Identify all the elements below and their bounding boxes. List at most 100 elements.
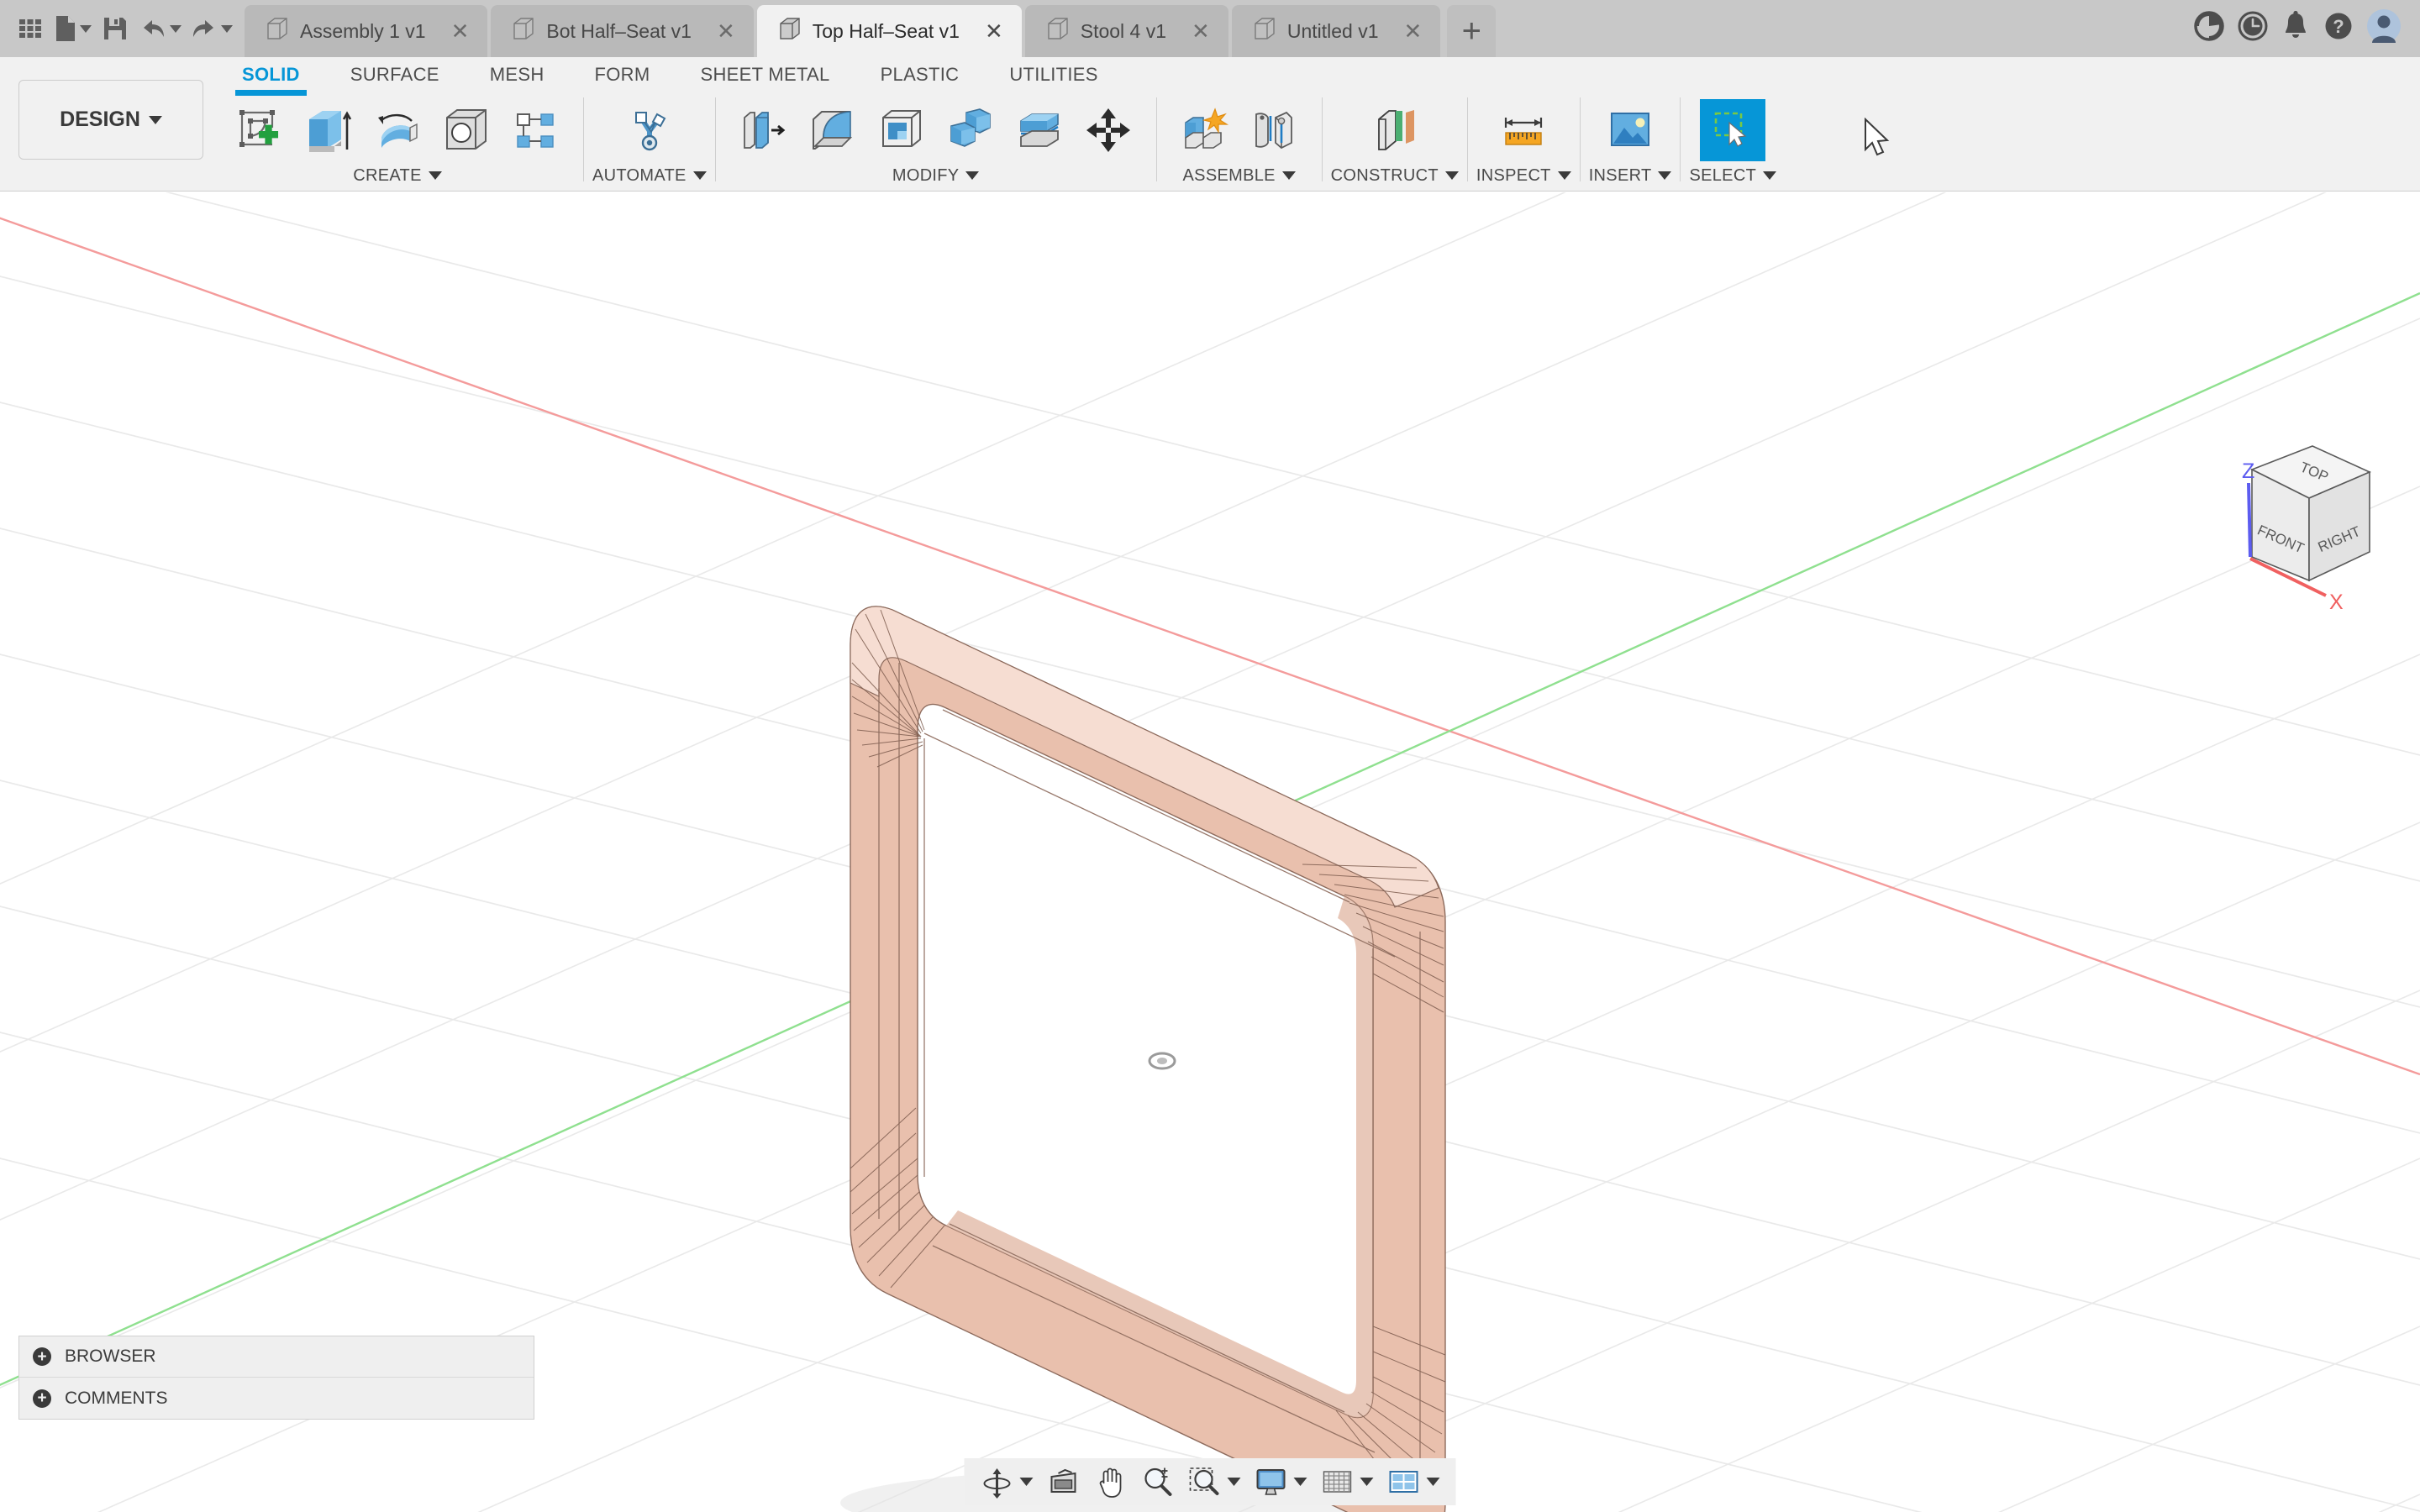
joint-icon[interactable] [1241,99,1307,161]
viewports-icon[interactable] [1381,1458,1446,1505]
display-settings-icon[interactable] [1249,1458,1313,1505]
grid-snaps-icon[interactable] [1315,1458,1380,1505]
group-label-text: AUTOMATE [592,166,687,186]
model-top-half-seat[interactable] [850,606,1445,1512]
toolbar-group-label-inspect[interactable]: INSPECT [1476,163,1571,188]
browser-panel-header[interactable]: + BROWSER [19,1336,534,1378]
ribbon-tab-solid[interactable]: SOLID [217,57,325,92]
hole-icon[interactable] [434,99,499,161]
new-tab-button[interactable]: + [1447,5,1496,57]
chevron-down-icon [80,25,92,33]
document-tabs: Assembly 1 v1 ✕ Bot Half–Seat v1 ✕ Top H… [245,0,1496,57]
origin-point[interactable] [1150,1053,1175,1068]
ribbon-tab-utilities[interactable]: UTILITIES [984,57,1123,92]
create-sketch-icon[interactable] [227,99,292,161]
expand-icon[interactable]: + [33,1347,51,1366]
close-icon[interactable]: ✕ [717,20,735,42]
titlebar-right-icons: ? [2185,0,2420,57]
shell-icon[interactable] [869,99,934,161]
avatar[interactable] [2366,8,2402,44]
offset-plane-icon[interactable] [1362,99,1428,161]
view-navigation-bar [965,1458,1456,1505]
move-copy-icon[interactable] [1076,99,1141,161]
document-tab-bot-half-seat[interactable]: Bot Half–Seat v1 ✕ [491,5,753,57]
redo-icon[interactable] [187,6,236,51]
toolbar-group-label-select[interactable]: SELECT [1689,163,1776,188]
group-label-text: INSERT [1589,166,1652,186]
new-component-icon[interactable] [1172,99,1238,161]
measure-icon[interactable] [1491,99,1556,161]
select-icon[interactable] [1700,99,1765,161]
app-grid-icon[interactable] [12,6,49,51]
fillet-icon[interactable] [800,99,865,161]
group-label-text: CREATE [353,166,421,186]
job-status-icon[interactable] [2193,10,2225,42]
offset-face-icon[interactable] [1007,99,1072,161]
document-icon [1254,17,1276,45]
toolbar-divider [1467,97,1468,181]
document-icon [266,17,288,45]
combine-icon[interactable] [938,99,1003,161]
document-tab-label: Untitled v1 [1287,20,1379,43]
close-icon[interactable]: ✕ [1404,20,1423,42]
toolbar-group-label-automate[interactable]: AUTOMATE [592,163,707,188]
automate-icon[interactable] [617,99,682,161]
ribbon-tab-form[interactable]: FORM [570,57,676,92]
comments-panel-header[interactable]: + COMMENTS [19,1378,534,1419]
document-tab-assembly-1[interactable]: Assembly 1 v1 ✕ [245,5,487,57]
undo-icon[interactable] [135,6,185,51]
toolbar-group-label-modify[interactable]: MODIFY [892,163,980,188]
recent-activity-icon[interactable] [2237,10,2269,42]
ribbon-tab-sheet-metal[interactable]: SHEET METAL [675,57,855,92]
insert-image-icon[interactable] [1597,99,1663,161]
zoom-window-icon[interactable] [1182,1458,1247,1505]
pan-icon[interactable] [1088,1458,1134,1505]
chevron-down-icon [1282,171,1296,180]
close-icon[interactable]: ✕ [985,20,1003,42]
ribbon-tab-surface[interactable]: SURFACE [325,57,465,92]
toolbar-group-label-insert[interactable]: INSERT [1589,163,1672,188]
document-tab-untitled[interactable]: Untitled v1 ✕ [1232,5,1440,57]
chevron-down-icon[interactable] [1427,1478,1440,1486]
chevron-down-icon[interactable] [1228,1478,1241,1486]
chevron-down-icon[interactable] [1020,1478,1034,1486]
toolbar-group-label-construct[interactable]: CONSTRUCT [1331,163,1459,188]
comments-label: COMMENTS [65,1389,168,1409]
toolbar-group-modify: MODIFY [724,97,1148,192]
revolve-icon[interactable] [365,99,430,161]
zoom-icon[interactable] [1135,1458,1181,1505]
orbit-icon[interactable] [975,1458,1039,1505]
extrude-icon[interactable] [296,99,361,161]
svg-text:?: ? [2333,16,2344,37]
chevron-down-icon [1658,171,1671,180]
document-tab-top-half-seat[interactable]: Top Half–Seat v1 ✕ [757,5,1022,57]
help-icon[interactable]: ? [2323,10,2354,42]
close-icon[interactable]: ✕ [451,20,470,42]
toolbar-group-label-create[interactable]: CREATE [353,163,441,188]
quick-access-toolbar [0,0,245,57]
file-icon[interactable] [50,6,95,51]
look-at-icon[interactable] [1041,1458,1086,1505]
chevron-down-icon [1558,171,1571,180]
group-label-text: MODIFY [892,166,960,186]
save-icon[interactable] [97,6,134,51]
ribbon-tab-list: SOLID SURFACE MESH FORM SHEET METAL PLAS… [217,57,1123,92]
rectangular-pattern-icon[interactable] [502,99,568,161]
document-tab-label: Bot Half–Seat v1 [546,20,692,43]
chevron-down-icon[interactable] [1360,1478,1374,1486]
ribbon-tab-plastic[interactable]: PLASTIC [855,57,985,92]
press-pull-icon[interactable] [731,99,797,161]
notifications-bell-icon[interactable] [2281,10,2311,42]
expand-icon[interactable]: + [33,1389,51,1408]
close-icon[interactable]: ✕ [1192,20,1210,42]
ribbon-tab-mesh[interactable]: MESH [465,57,570,92]
view-cube[interactable]: TOP FRONT RIGHT Z X [2242,446,2370,614]
workspace-switcher-button[interactable]: DESIGN [18,80,203,160]
toolbar-divider [583,97,584,181]
viewport-canvas[interactable]: TOP FRONT RIGHT Z X [0,192,2420,1512]
chevron-down-icon[interactable] [1294,1478,1307,1486]
toolbar-group-label-assemble[interactable]: ASSEMBLE [1183,163,1296,188]
document-icon [1047,17,1069,45]
toolbar-group-insert: INSERT [1589,97,1672,192]
document-tab-stool-4[interactable]: Stool 4 v1 ✕ [1025,5,1228,57]
